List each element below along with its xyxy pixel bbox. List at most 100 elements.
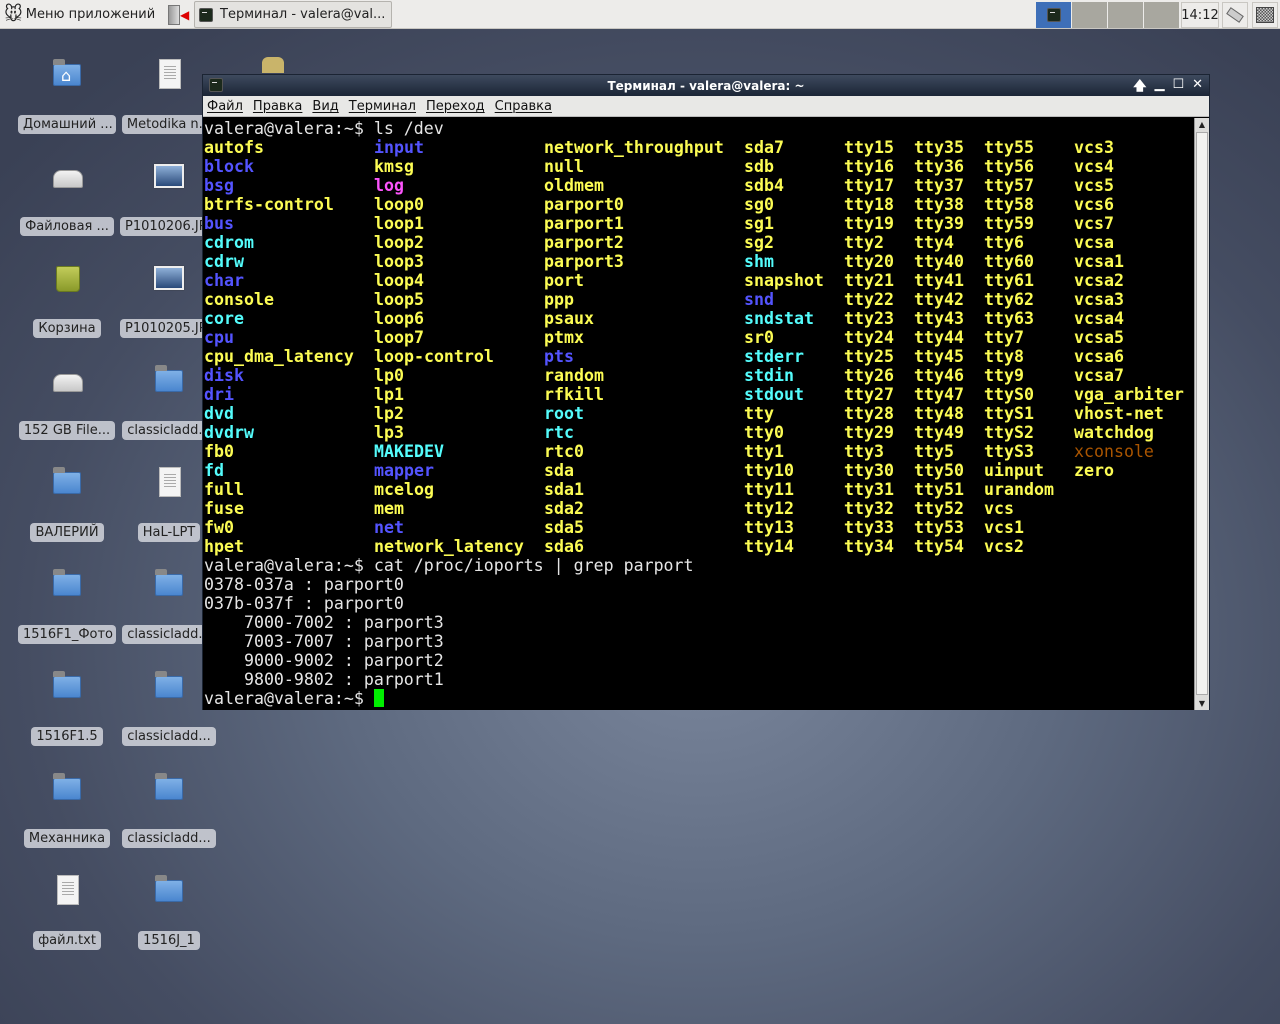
dev-entry: tty7 bbox=[984, 328, 1024, 347]
dev-entry: dvd bbox=[204, 404, 234, 423]
dev-entry: cdrw bbox=[204, 252, 244, 271]
applications-menu-button[interactable]: 🐭 Меню приложений bbox=[4, 1, 155, 28]
desktop-icon[interactable]: classicladd... bbox=[119, 772, 219, 852]
workspace-4[interactable] bbox=[1144, 2, 1179, 28]
desktop-icon[interactable]: Корзина bbox=[17, 262, 117, 342]
dev-entry: tty43 bbox=[914, 309, 964, 328]
dev-entry: tty23 bbox=[844, 309, 894, 328]
command-line: valera@valera:~$ ls /dev bbox=[204, 119, 444, 138]
pic-icon bbox=[153, 262, 185, 294]
menu-item[interactable]: Переход bbox=[426, 99, 485, 114]
dev-entry: core bbox=[204, 309, 244, 328]
prompt-line: valera@valera:~$ bbox=[204, 689, 374, 708]
dev-entry: tty63 bbox=[984, 309, 1034, 328]
menu-item[interactable]: Справка bbox=[495, 99, 552, 114]
dev-entry: rfkill bbox=[544, 385, 604, 404]
minimize-button[interactable]: ▁ bbox=[1154, 77, 1164, 99]
dev-entry: loop5 bbox=[374, 290, 424, 309]
dev-entry: null bbox=[544, 157, 584, 176]
dev-entry: tty1 bbox=[744, 442, 784, 461]
doc-icon bbox=[153, 58, 185, 90]
dev-entry: tty8 bbox=[984, 347, 1024, 366]
dev-entry: sdb4 bbox=[744, 176, 784, 195]
dev-entry: vcsa2 bbox=[1074, 271, 1124, 290]
dev-entry: random bbox=[544, 366, 604, 385]
workspace-3[interactable] bbox=[1108, 2, 1143, 28]
menu-item[interactable]: Терминал bbox=[349, 99, 416, 114]
desktop-icon[interactable]: Файловая ... bbox=[17, 160, 117, 240]
menu-item[interactable]: Файл bbox=[207, 99, 243, 114]
scroll-up-arrow[interactable]: ▲ bbox=[1195, 118, 1209, 131]
scroll-down-arrow[interactable]: ▼ bbox=[1195, 697, 1209, 710]
dev-entry: kmsg bbox=[374, 157, 414, 176]
dev-entry: block bbox=[204, 157, 254, 176]
desktop-icon[interactable]: 152 GB File... bbox=[17, 364, 117, 444]
dev-entry: ptmx bbox=[544, 328, 584, 347]
dev-entry: ppp bbox=[544, 290, 574, 309]
dev-entry: tty3 bbox=[844, 442, 884, 461]
close-button[interactable]: ✕ bbox=[1192, 77, 1203, 99]
home-icon: ⌂ bbox=[51, 58, 83, 90]
dev-entry: mem bbox=[374, 499, 404, 518]
dev-entry: root bbox=[544, 404, 584, 423]
text-cursor bbox=[374, 689, 384, 707]
desktop-icon-label: 1516J_1 bbox=[138, 931, 200, 950]
dev-entry: tty bbox=[744, 404, 774, 423]
dev-entry: tty42 bbox=[914, 290, 964, 309]
dev-entry: tty14 bbox=[744, 537, 794, 556]
dev-entry: tty51 bbox=[914, 480, 964, 499]
dev-entry: vcsa3 bbox=[1074, 290, 1124, 309]
title-bar[interactable]: Терминал - valera@valera: ~ 🡅 ▁ ☐ ✕ bbox=[203, 75, 1209, 96]
folder-icon bbox=[51, 772, 83, 804]
keep-above-button[interactable]: 🡅 bbox=[1133, 77, 1146, 99]
desktop-icon[interactable]: 1516J_1 bbox=[119, 874, 219, 954]
workspace-1[interactable] bbox=[1036, 2, 1071, 28]
dev-entry: tty58 bbox=[984, 195, 1034, 214]
dev-entry: tty11 bbox=[744, 480, 794, 499]
desktop-icon-label: 1516F1_Фото bbox=[18, 625, 116, 644]
desktop-icon[interactable]: 1516F1_Фото bbox=[17, 568, 117, 648]
dev-entry: stdin bbox=[744, 366, 794, 385]
dev-entry: vcs6 bbox=[1074, 195, 1114, 214]
terminal-output[interactable]: valera@valera:~$ ls /dev autofs block bsg bt… bbox=[203, 118, 1195, 710]
dev-entry: snapshot bbox=[744, 271, 824, 290]
dev-entry: vcs5 bbox=[1074, 176, 1114, 195]
window-title: Терминал - valera@valera: ~ bbox=[607, 78, 805, 93]
dev-entry: tty0 bbox=[744, 423, 784, 442]
workspace-2[interactable] bbox=[1072, 2, 1107, 28]
menu-item[interactable]: Правка bbox=[253, 99, 302, 114]
folder-icon bbox=[153, 772, 185, 804]
show-desktop-button[interactable] bbox=[1252, 2, 1278, 28]
clock[interactable]: 14:12 bbox=[1181, 2, 1219, 28]
terminal-icon bbox=[199, 7, 213, 22]
usb-device-button[interactable] bbox=[1222, 2, 1248, 28]
scrollbar[interactable]: ▲ ▼ bbox=[1194, 118, 1209, 710]
desktop-icon[interactable]: ВАЛЕРИЙ bbox=[17, 466, 117, 546]
menu-item[interactable]: Вид bbox=[312, 99, 338, 114]
desktop-icon[interactable]: ⌂ Домашний ... bbox=[17, 58, 117, 138]
desktop-icon[interactable]: файл.txt bbox=[17, 874, 117, 954]
dev-entry: loop0 bbox=[374, 195, 424, 214]
logout-button[interactable]: ◀ bbox=[168, 1, 189, 28]
dev-entry: parport1 bbox=[544, 214, 624, 233]
dev-entry: lp2 bbox=[374, 404, 404, 423]
scrollbar-thumb[interactable] bbox=[1196, 132, 1208, 695]
dev-entry: tty52 bbox=[914, 499, 964, 518]
dev-entry: sda5 bbox=[544, 518, 584, 537]
dev-entry: sda2 bbox=[544, 499, 584, 518]
dev-entry: vga_arbiter bbox=[1074, 385, 1184, 404]
dev-entry: tty27 bbox=[844, 385, 894, 404]
dev-entry: pts bbox=[544, 347, 574, 366]
dev-entry: tty24 bbox=[844, 328, 894, 347]
dev-entry: tty38 bbox=[914, 195, 964, 214]
dev-entry: mcelog bbox=[374, 480, 434, 499]
dev-entry: sg2 bbox=[744, 233, 774, 252]
desktop-icon[interactable]: 1516F1.5 bbox=[17, 670, 117, 750]
dev-entry: tty5 bbox=[914, 442, 954, 461]
desktop-icon[interactable]: Механника bbox=[17, 772, 117, 852]
taskbar-item-terminal[interactable]: Терминал - valera@val... bbox=[194, 1, 392, 28]
maximize-button[interactable]: ☐ bbox=[1172, 77, 1184, 99]
dev-entry: loop1 bbox=[374, 214, 424, 233]
dev-entry: fd bbox=[204, 461, 224, 480]
dev-entry: mapper bbox=[374, 461, 434, 480]
